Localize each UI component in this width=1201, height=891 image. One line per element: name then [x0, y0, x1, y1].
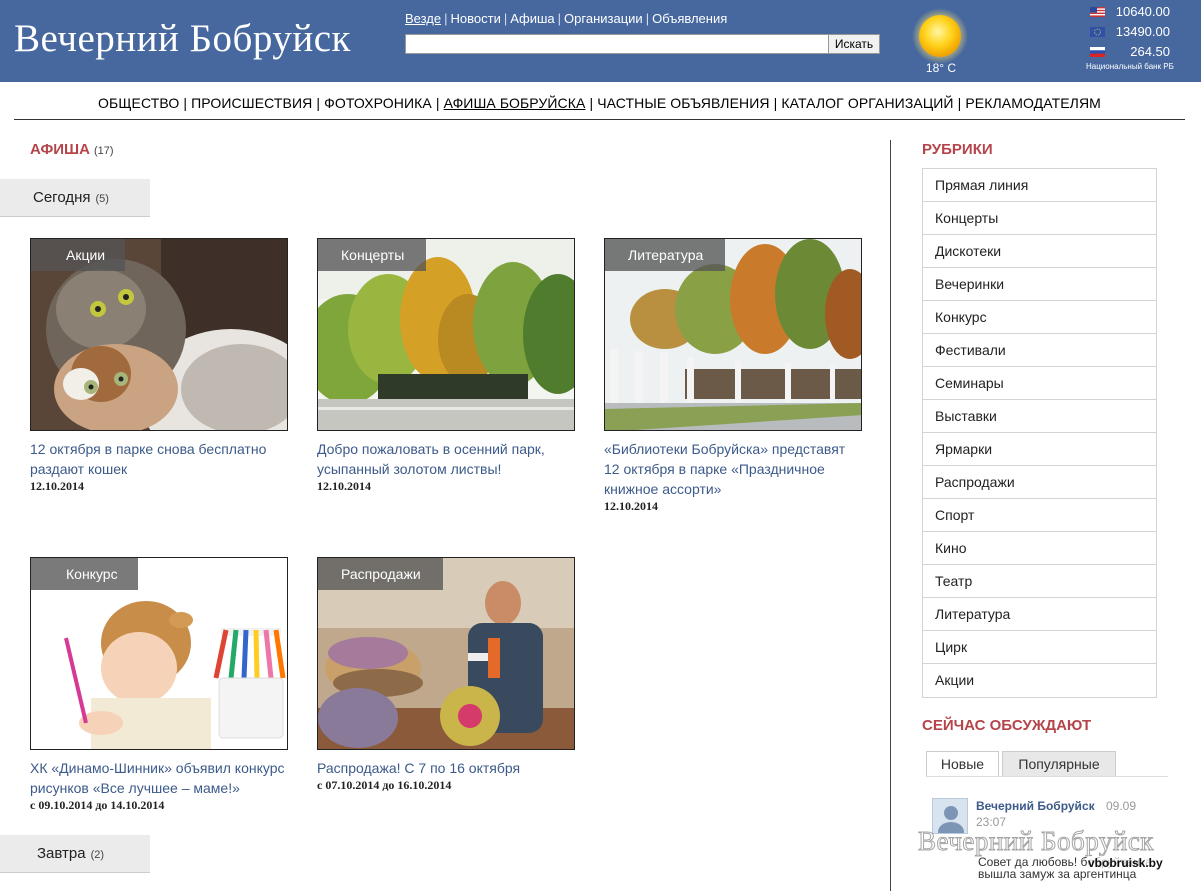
- event-title-link[interactable]: ХК «Динамо-Шинник» объявил конкурс рисун…: [30, 758, 288, 798]
- today-count: (5): [95, 193, 109, 205]
- nav-society[interactable]: ОБЩЕСТВО: [98, 95, 179, 111]
- nav-photo[interactable]: ФОТОХРОНИКА: [324, 95, 432, 111]
- rubric-item[interactable]: Выставки: [923, 400, 1156, 433]
- rubric-item[interactable]: Вечеринки: [923, 268, 1156, 301]
- sun-icon: [912, 8, 968, 64]
- column-divider: [890, 140, 891, 891]
- event-title-link[interactable]: «Библиотеки Бобруйска» представят 12 окт…: [604, 439, 862, 499]
- ru-flag-icon: [1090, 47, 1105, 57]
- event-card[interactable]: Распродажи Распродажа! С 7 по 16 октября…: [317, 557, 575, 793]
- rate-eur: 13490.00: [1086, 23, 1172, 43]
- main-nav: ОБЩЕСТВО | ПРОИСШЕСТВИЯ | ФОТОХРОНИКА | АФИША …: [98, 95, 1101, 111]
- event-card[interactable]: Акции 12 октября в парке снова бесплатно…: [30, 238, 288, 494]
- rubric-item[interactable]: Литература: [923, 598, 1156, 631]
- nav-divider: [14, 119, 1185, 120]
- rubric-item[interactable]: Семинары: [923, 367, 1156, 400]
- event-image-autumn-park[interactable]: Концерты: [317, 238, 575, 431]
- us-flag-icon: [1090, 7, 1105, 17]
- scope-link-ads[interactable]: Объявления: [652, 11, 727, 26]
- today-section-header[interactable]: Сегодня (5): [0, 179, 150, 217]
- tomorrow-section-header[interactable]: Завтра (2): [0, 835, 150, 873]
- rubric-item[interactable]: Дискотеки: [923, 235, 1156, 268]
- scope-link-organizations[interactable]: Организации: [564, 11, 643, 26]
- rubric-item[interactable]: Распродажи: [923, 466, 1156, 499]
- event-card[interactable]: Конкурс ХК «Динамо-Шинник» объявил конку…: [30, 557, 288, 813]
- search-box: Искать: [405, 34, 880, 54]
- search-input[interactable]: [406, 35, 826, 53]
- tomorrow-count: (2): [90, 849, 105, 861]
- rubric-item[interactable]: Акции: [923, 664, 1156, 697]
- event-card[interactable]: Концерты Добро пожаловать в осенний парк…: [317, 238, 575, 494]
- scope-link-afisha[interactable]: Афиша: [510, 11, 554, 26]
- rubrics-title: РУБРИКИ: [922, 141, 993, 158]
- event-category[interactable]: Литература: [605, 239, 726, 271]
- rate-rub: 264.50: [1086, 43, 1172, 63]
- nav-afisha[interactable]: АФИША БОБРУЙСКА: [444, 95, 586, 111]
- event-image-park-fence[interactable]: Литература: [604, 238, 862, 431]
- watermark-logo: Вечерний Бобруйск: [918, 826, 1154, 857]
- rubric-item[interactable]: Кино: [923, 532, 1156, 565]
- eu-flag-icon: [1090, 27, 1105, 37]
- event-title-link[interactable]: Добро пожаловать в осенний парк, усыпанн…: [317, 439, 575, 479]
- rates-source: Национальный банк РБ: [1086, 62, 1174, 71]
- nav-advertisers[interactable]: РЕКЛАМОДАТЕЛЯМ: [965, 95, 1101, 111]
- rubric-item[interactable]: Прямая линия: [923, 169, 1156, 202]
- tab-popular[interactable]: Популярные: [1002, 751, 1116, 777]
- event-date: 12.10.2014: [30, 479, 84, 493]
- event-image-child-drawing[interactable]: Конкурс: [30, 557, 288, 750]
- event-category[interactable]: Концерты: [318, 239, 427, 271]
- event-image-man-pillows[interactable]: Распродажи: [317, 557, 575, 750]
- event-date: с 09.10.2014 до 14.10.2014: [30, 798, 165, 812]
- discussions-title: СЕЙЧАС ОБСУЖДАЮТ: [922, 717, 1092, 734]
- tomorrow-label: Завтра: [37, 845, 86, 862]
- rubric-item[interactable]: Цирк: [923, 631, 1156, 664]
- event-category[interactable]: Акции: [31, 239, 126, 271]
- nav-incidents[interactable]: ПРОИСШЕСТВИЯ: [191, 95, 312, 111]
- nav-catalog[interactable]: КАТАЛОГ ОРГАНИЗАЦИЙ: [781, 95, 953, 111]
- tab-new[interactable]: Новые: [926, 751, 999, 777]
- site-header: Вечерний Бобруйск Везде | Новости | Афиша | Ор…: [0, 0, 1201, 82]
- tabs-underline: [926, 776, 1168, 777]
- temperature: 18° C: [925, 61, 957, 75]
- search-button[interactable]: Искать: [828, 34, 880, 54]
- rubric-item[interactable]: Театр: [923, 565, 1156, 598]
- event-title-link[interactable]: Распродажа! С 7 по 16 октября: [317, 758, 575, 778]
- event-date: 12.10.2014: [604, 499, 658, 513]
- currency-rates: 10640.00 13490.00 264.50: [1086, 3, 1172, 63]
- comment-date: 09.09: [1106, 799, 1137, 813]
- afisha-title: АФИША (17): [30, 141, 114, 158]
- comment-author-link[interactable]: Вечерний Бобруйск: [976, 799, 1095, 813]
- event-date: с 07.10.2014 до 16.10.2014: [317, 778, 452, 792]
- scope-link-everywhere[interactable]: Везде: [405, 11, 441, 26]
- event-card[interactable]: Литература «Библиотеки Бобруйска» предст…: [604, 238, 862, 514]
- event-image-kittens[interactable]: Акции: [30, 238, 288, 431]
- rate-usd: 10640.00: [1086, 3, 1172, 23]
- today-label: Сегодня: [33, 189, 91, 206]
- afisha-count: (17): [93, 145, 114, 157]
- rubric-item[interactable]: Концерты: [923, 202, 1156, 235]
- event-category[interactable]: Распродажи: [318, 558, 443, 590]
- rubric-item[interactable]: Фестивали: [923, 334, 1156, 367]
- rubric-item[interactable]: Ярмарки: [923, 433, 1156, 466]
- event-category[interactable]: Конкурс: [31, 558, 138, 590]
- rubric-item[interactable]: Конкурс: [923, 301, 1156, 334]
- event-title-link[interactable]: 12 октября в парке снова бесплатно разда…: [30, 439, 288, 479]
- watermark-url: vbobruisk.by: [1088, 856, 1163, 870]
- site-logo[interactable]: Вечерний Бобруйск: [14, 16, 351, 61]
- rubrics-list: Прямая линия Концерты Дискотеки Вечеринк…: [922, 168, 1157, 698]
- nav-private-ads[interactable]: ЧАСТНЫЕ ОБЪЯВЛЕНИЯ: [597, 95, 769, 111]
- rubric-item[interactable]: Спорт: [923, 499, 1156, 532]
- search-scope-nav: Везде | Новости | Афиша | Организации | Объявлен…: [405, 11, 728, 26]
- scope-link-news[interactable]: Новости: [451, 11, 501, 26]
- event-date: 12.10.2014: [317, 479, 371, 493]
